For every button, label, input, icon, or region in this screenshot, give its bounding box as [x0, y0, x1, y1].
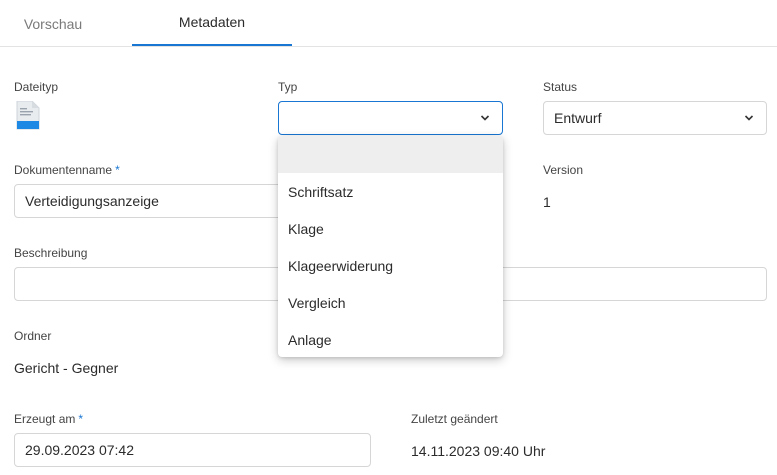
tab-metadaten[interactable]: Metadaten — [132, 0, 292, 46]
typ-option-klage[interactable]: Klage — [278, 210, 503, 247]
ordner-label: Ordner — [14, 329, 52, 343]
tab-bar: Vorschau Metadaten — [0, 0, 777, 47]
beschreibung-label: Beschreibung — [14, 246, 88, 260]
erzeugt-am-label: Erzeugt am * — [14, 412, 84, 426]
required-marker: * — [115, 163, 120, 177]
required-marker: * — [78, 412, 84, 426]
version-value: 1 — [543, 194, 551, 210]
dokumentenname-value: Verteidigungsanzeige — [25, 193, 159, 209]
dokumentenname-label: Dokumentenname * — [14, 163, 120, 177]
status-label: Status — [543, 80, 578, 94]
status-select[interactable]: Entwurf — [543, 101, 767, 135]
tab-vorschau[interactable]: Vorschau — [0, 0, 106, 47]
erzeugt-am-input[interactable]: 29.09.2023 07:42 — [14, 433, 371, 467]
version-label: Version — [543, 163, 584, 177]
chevron-down-icon — [744, 115, 754, 121]
typ-label: Typ — [278, 80, 298, 94]
typ-option-schriftsatz[interactable]: Schriftsatz — [278, 173, 503, 210]
erzeugt-am-value: 29.09.2023 07:42 — [25, 442, 134, 458]
typ-option-klageerwiderung[interactable]: Klageerwiderung — [278, 247, 503, 284]
typ-option-vergleich[interactable]: Vergleich — [278, 284, 503, 321]
status-select-value: Entwurf — [554, 110, 602, 126]
zuletzt-geaendert-label: Zuletzt geändert — [411, 412, 498, 426]
document-file-icon — [16, 101, 40, 130]
ordner-value: Gericht - Gegner — [14, 360, 119, 376]
typ-option-anlage[interactable]: Anlage — [278, 321, 503, 357]
zuletzt-geaendert-value: 14.11.2023 09:40 Uhr — [411, 443, 546, 459]
typ-select[interactable] — [278, 101, 503, 135]
typ-dropdown-menu: Schriftsatz Klage Klageerwiderung Vergle… — [278, 136, 503, 357]
dateityp-label: Dateityp — [14, 80, 59, 94]
chevron-down-icon — [480, 115, 490, 121]
typ-option-empty[interactable] — [278, 136, 503, 173]
